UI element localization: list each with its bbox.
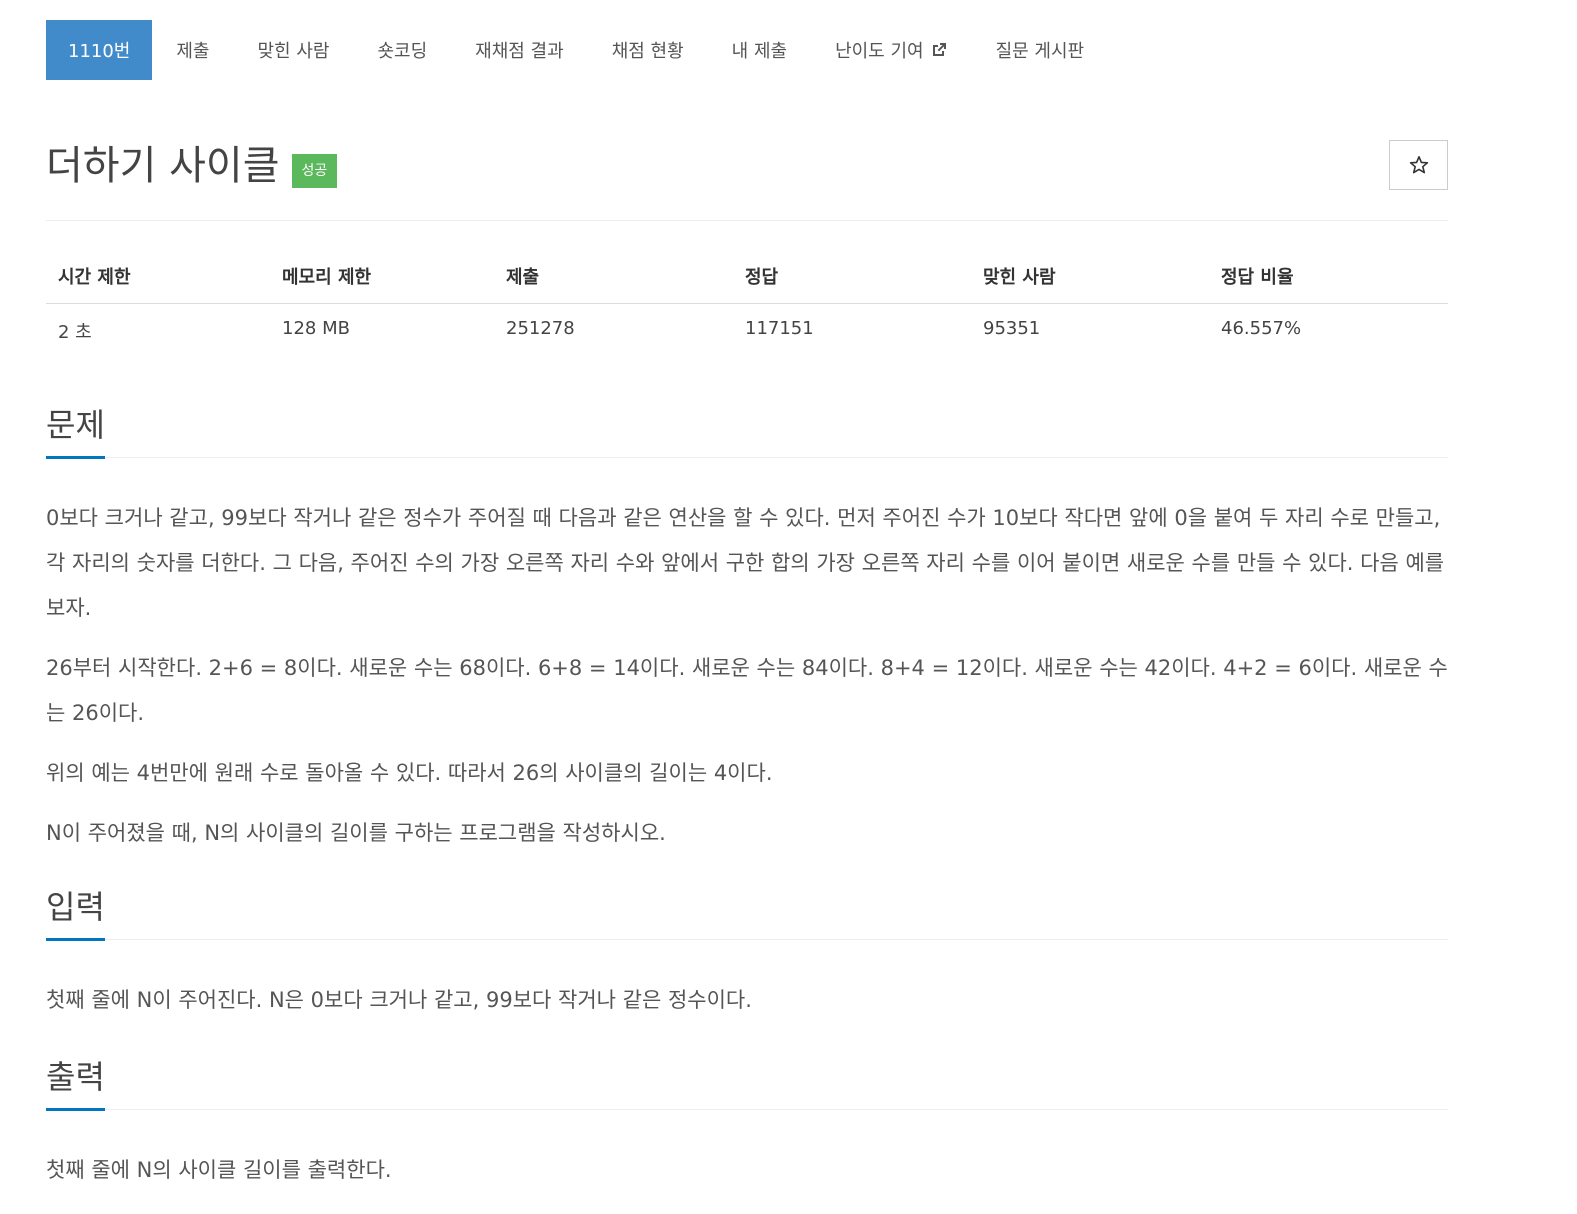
- accept-ratio-value: 46.557%: [1221, 317, 1302, 339]
- solved-users-header: 맞힌 사람: [971, 252, 1209, 304]
- section-header: 입력: [46, 886, 1448, 941]
- nav-tab-problem[interactable]: 1110번: [46, 20, 153, 80]
- nav-tab-label: 재채점 결과: [475, 41, 564, 62]
- nav-tab-submit[interactable]: 제출: [152, 20, 233, 80]
- problem-description-body: 0보다 크거나 같고, 99보다 작거나 같은 정수가 주어질 때 다음과 같은…: [46, 496, 1448, 856]
- nav-tab-label: 내 제출: [731, 41, 788, 62]
- problem-description-section: 문제 0보다 크거나 같고, 99보다 작거나 같은 정수가 주어질 때 다음과…: [46, 404, 1448, 856]
- time-limit-header: 시간 제한: [46, 252, 270, 304]
- description-paragraph: 0보다 크거나 같고, 99보다 작거나 같은 정수가 주어질 때 다음과 같은…: [46, 506, 1445, 620]
- submissions-value: 251278: [506, 317, 575, 339]
- nav-tab-rejudge-results[interactable]: 재채점 결과: [451, 20, 588, 80]
- description-paragraph: 위의 예는 4번만에 원래 수로 돌아올 수 있다. 따라서 26의 사이클의 …: [46, 761, 773, 785]
- problem-output-body: 첫째 줄에 N의 사이클 길이를 출력한다.: [46, 1148, 1448, 1193]
- problem-nav: 1110번 제출 맞힌 사람 숏코딩 재채점 결과 채점 현황 내 제출 난이도…: [46, 20, 1108, 80]
- section-title: 문제: [46, 406, 105, 444]
- nav-tab-short-coding[interactable]: 숏코딩: [353, 20, 451, 80]
- nav-tab-label: 맞힌 사람: [257, 41, 330, 62]
- nav-tab-label: 제출: [176, 41, 210, 62]
- section-underline: [46, 456, 105, 459]
- nav-tab-my-submissions[interactable]: 내 제출: [708, 20, 811, 80]
- time-limit-value: 2 초: [58, 321, 92, 343]
- submissions-header: 제출: [494, 252, 733, 304]
- section-underline: [46, 938, 105, 941]
- nav-tab-label: 질문 게시판: [995, 41, 1085, 62]
- problem-info-table: 시간 제한 메모리 제한 제출 정답 맞힌 사람 정답 비율 2 초 128 M…: [46, 252, 1448, 355]
- problem-input-body: 첫째 줄에 N이 주어진다. N은 0보다 크거나 같고, 99보다 작거나 같…: [46, 978, 1448, 1023]
- solved-users-value: 95351: [983, 317, 1041, 339]
- page-title: 더하기 사이클: [46, 143, 280, 189]
- external-link-icon: [932, 43, 946, 56]
- description-paragraph: 26부터 시작한다. 2+6 = 8이다. 새로운 수는 68이다. 6+8 =…: [46, 656, 1448, 725]
- info-header-row: 시간 제한 메모리 제한 제출 정답 맞힌 사람 정답 비율: [46, 252, 1448, 304]
- accepted-header: 정답: [733, 252, 971, 304]
- input-paragraph: 첫째 줄에 N이 주어진다. N은 0보다 크거나 같고, 99보다 작거나 같…: [46, 988, 752, 1012]
- favorite-button[interactable]: [1389, 140, 1448, 190]
- section-header: 문제: [46, 404, 1448, 459]
- section-title: 입력: [46, 888, 105, 926]
- info-value-row: 2 초 128 MB 251278 117151 95351 46.557%: [46, 303, 1448, 355]
- section-header: 출력: [46, 1056, 1448, 1111]
- problem-title-row: 더하기 사이클 성공: [46, 142, 338, 190]
- section-underline: [46, 1108, 105, 1111]
- title-divider: [46, 220, 1448, 221]
- description-paragraph: N이 주어졌을 때, N의 사이클의 길이를 구하는 프로그램을 작성하시오.: [46, 821, 666, 845]
- nav-tab-qna-board[interactable]: 질문 게시판: [972, 20, 1109, 80]
- output-paragraph: 첫째 줄에 N의 사이클 길이를 출력한다.: [46, 1158, 392, 1182]
- accept-ratio-header: 정답 비율: [1209, 252, 1448, 304]
- star-outline-icon: [1409, 155, 1428, 174]
- nav-tab-difficulty-contribution[interactable]: 난이도 기여: [811, 20, 972, 80]
- status-badge: 성공: [291, 154, 338, 188]
- memory-limit-value: 128 MB: [282, 317, 350, 339]
- memory-limit-header: 메모리 제한: [270, 252, 494, 304]
- nav-tab-label: 1110번: [68, 41, 131, 62]
- accepted-value: 117151: [745, 317, 814, 339]
- problem-input-section: 입력 첫째 줄에 N이 주어진다. N은 0보다 크거나 같고, 99보다 작거…: [46, 886, 1448, 1023]
- problem-output-section: 출력 첫째 줄에 N의 사이클 길이를 출력한다.: [46, 1056, 1448, 1193]
- section-title: 출력: [46, 1058, 105, 1096]
- nav-tab-label: 채점 현황: [611, 41, 684, 62]
- nav-tab-solved-users[interactable]: 맞힌 사람: [234, 20, 354, 80]
- nav-tab-status[interactable]: 채점 현황: [588, 20, 708, 80]
- nav-tab-label: 난이도 기여: [835, 41, 924, 62]
- nav-tab-label: 숏코딩: [377, 41, 428, 62]
